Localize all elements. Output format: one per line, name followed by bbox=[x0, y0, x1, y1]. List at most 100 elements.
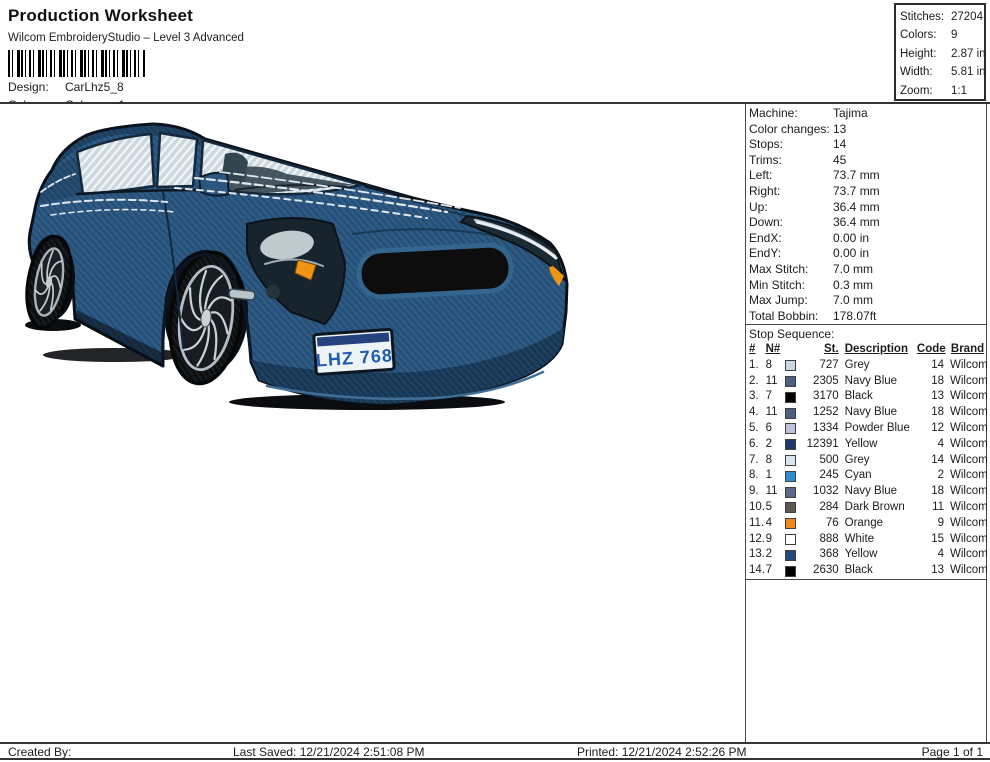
stop-sequence-row: 12.9888White15Wilcom bbox=[746, 532, 986, 548]
design-row: Design:CarLhz5_8 bbox=[8, 79, 244, 95]
row-seq: 10. bbox=[746, 500, 766, 516]
row-seq: 13. bbox=[746, 547, 766, 563]
row-needle: 8 bbox=[766, 453, 785, 469]
thread-color-swatch bbox=[785, 471, 796, 482]
stop-sequence-row: 7.8500Grey14Wilcom bbox=[746, 453, 986, 469]
row-swatch-cell bbox=[785, 455, 801, 466]
row-seq: 11. bbox=[746, 516, 766, 532]
barcode-icon bbox=[8, 50, 145, 77]
row-brand: Wilcom bbox=[944, 547, 986, 563]
machine-detail-value: 36.4 mm bbox=[833, 215, 880, 229]
row-brand: Wilcom bbox=[944, 453, 986, 469]
row-description: Black bbox=[843, 563, 917, 579]
machine-detail-row: Stops:14 bbox=[749, 137, 985, 153]
machine-detail-row: Up:36.4 mm bbox=[749, 200, 985, 216]
row-swatch-cell bbox=[785, 566, 801, 577]
stop-sequence-row: 1.8727Grey14Wilcom bbox=[746, 358, 986, 374]
col-header-description: Description bbox=[843, 342, 917, 358]
machine-detail-value: 7.0 mm bbox=[833, 262, 873, 276]
machine-detail-row: Max Jump:7.0 mm bbox=[749, 293, 985, 309]
row-swatch-cell bbox=[785, 487, 801, 498]
machine-detail-label: Right: bbox=[749, 184, 833, 200]
row-code: 2 bbox=[917, 468, 944, 484]
col-header-code: Code bbox=[917, 342, 945, 358]
row-needle: 6 bbox=[766, 421, 785, 437]
stop-sequence-row: 8.1245Cyan2Wilcom bbox=[746, 468, 986, 484]
row-needle: 4 bbox=[766, 516, 785, 532]
row-code: 4 bbox=[917, 437, 944, 453]
row-brand: Wilcom bbox=[944, 484, 986, 500]
footer-bar: Created By: Last Saved: 12/21/2024 2:51:… bbox=[0, 742, 990, 760]
thread-color-swatch bbox=[785, 566, 796, 577]
machine-detail-label: Up: bbox=[749, 200, 833, 216]
row-description: Navy Blue bbox=[843, 374, 917, 390]
thread-color-swatch bbox=[785, 487, 796, 498]
row-code: 9 bbox=[917, 516, 944, 532]
row-swatch-cell bbox=[785, 376, 801, 387]
row-needle: 11 bbox=[766, 405, 785, 421]
stat-row: Zoom:1:1 bbox=[900, 82, 984, 100]
row-code: 15 bbox=[917, 532, 944, 548]
machine-detail-value: 0.00 in bbox=[833, 246, 869, 260]
stop-sequence-row: 14.72630Black13Wilcom bbox=[746, 563, 986, 579]
row-description: Yellow bbox=[843, 437, 917, 453]
thread-color-swatch bbox=[785, 360, 796, 371]
machine-detail-label: Total Bobbin: bbox=[749, 309, 833, 325]
machine-detail-value: 7.0 mm bbox=[833, 293, 873, 307]
row-swatch-cell bbox=[785, 502, 801, 513]
row-needle: 9 bbox=[766, 532, 785, 548]
row-needle: 1 bbox=[766, 468, 785, 484]
machine-detail-label: Max Jump: bbox=[749, 293, 833, 309]
stat-label: Stitches: bbox=[900, 8, 951, 26]
machine-detail-label: EndX: bbox=[749, 231, 833, 247]
row-stitch-count: 727 bbox=[801, 358, 843, 374]
col-header-st: St. bbox=[801, 342, 843, 358]
row-brand: Wilcom bbox=[944, 374, 986, 390]
stop-sequence-row: 11.476Orange9Wilcom bbox=[746, 516, 986, 532]
row-description: Yellow bbox=[843, 547, 917, 563]
row-needle: 7 bbox=[766, 389, 785, 405]
machine-detail-label: Machine: bbox=[749, 106, 833, 122]
thread-color-swatch bbox=[785, 408, 796, 419]
stop-sequence-row: 9.111032Navy Blue18Wilcom bbox=[746, 484, 986, 500]
created-by-label: Created By: bbox=[8, 745, 71, 760]
machine-detail-value: 14 bbox=[833, 137, 846, 151]
machine-detail-label: Stops: bbox=[749, 137, 833, 153]
stop-sequence-row: 4.111252Navy Blue18Wilcom bbox=[746, 405, 986, 421]
row-brand: Wilcom bbox=[944, 500, 986, 516]
row-needle: 2 bbox=[766, 437, 785, 453]
row-swatch-cell bbox=[785, 471, 801, 482]
row-needle: 11 bbox=[766, 484, 785, 500]
row-stitch-count: 368 bbox=[801, 547, 843, 563]
stop-sequence-row: 6.212391Yellow4Wilcom bbox=[746, 437, 986, 453]
row-stitch-count: 500 bbox=[801, 453, 843, 469]
row-seq: 1. bbox=[746, 358, 766, 374]
row-brand: Wilcom bbox=[944, 516, 986, 532]
printed-text: Printed: 12/21/2024 2:52:26 PM bbox=[577, 745, 746, 760]
row-seq: 6. bbox=[746, 437, 766, 453]
last-saved-text: Last Saved: 12/21/2024 2:51:08 PM bbox=[233, 745, 424, 760]
machine-detail-label: EndY: bbox=[749, 246, 833, 262]
embroidered-car-preview: LHZ 768 bbox=[15, 112, 575, 412]
row-stitch-count: 1252 bbox=[801, 405, 843, 421]
row-brand: Wilcom bbox=[944, 421, 986, 437]
machine-detail-value: 13 bbox=[833, 122, 846, 136]
machine-detail-value: 73.7 mm bbox=[833, 184, 880, 198]
row-seq: 4. bbox=[746, 405, 766, 421]
machine-detail-value: Tajima bbox=[833, 106, 868, 120]
machine-detail-row: EndY:0.00 in bbox=[749, 246, 985, 262]
row-seq: 12. bbox=[746, 532, 766, 548]
stop-sequence-row: 5.61334Powder Blue12Wilcom bbox=[746, 421, 986, 437]
stat-value: 5.81 in bbox=[951, 66, 986, 78]
row-swatch-cell bbox=[785, 408, 801, 419]
row-description: Black bbox=[843, 389, 917, 405]
stat-value: 1:1 bbox=[951, 85, 967, 97]
row-code: 18 bbox=[917, 374, 944, 390]
row-needle: 2 bbox=[766, 547, 785, 563]
machine-detail-row: Down:36.4 mm bbox=[749, 215, 985, 231]
machine-detail-value: 0.3 mm bbox=[833, 278, 873, 292]
thread-color-swatch bbox=[785, 376, 796, 387]
row-swatch-cell bbox=[785, 392, 801, 403]
row-swatch-cell bbox=[785, 534, 801, 545]
row-description: Navy Blue bbox=[843, 484, 917, 500]
